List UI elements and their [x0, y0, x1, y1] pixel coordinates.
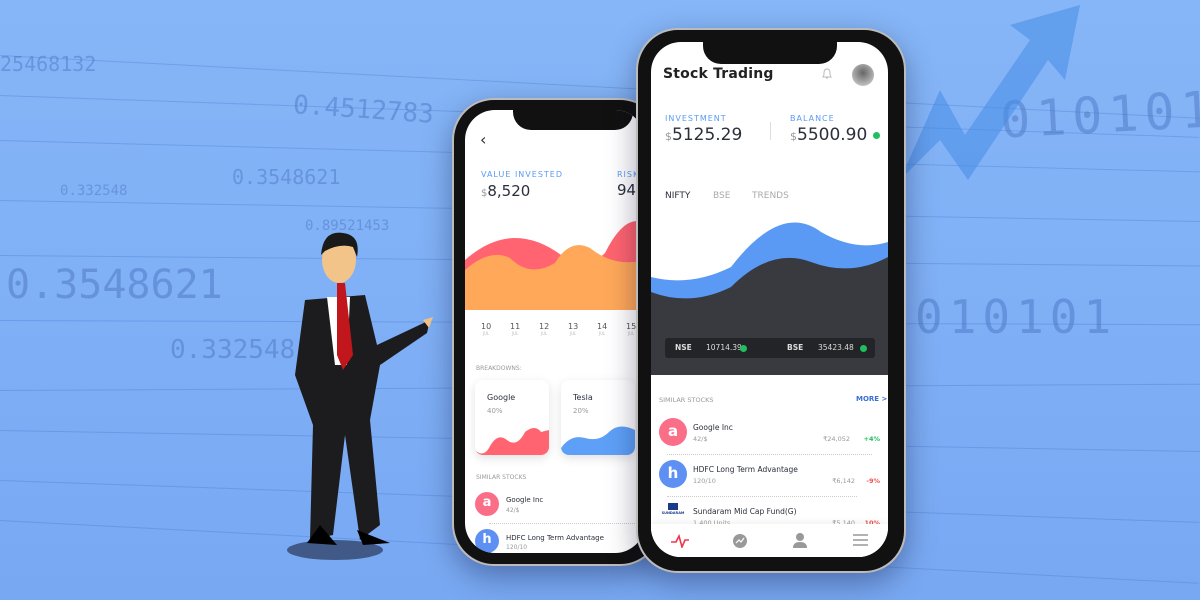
card-name: Tesla — [573, 393, 593, 402]
up-indicator-icon — [860, 345, 867, 352]
tab-nifty[interactable]: NIFTY — [665, 191, 690, 201]
nse-label: NSE — [675, 343, 692, 352]
more-link[interactable]: MORE > — [856, 395, 887, 403]
date-day: 11 — [510, 322, 521, 331]
date-month: JUL — [511, 331, 519, 336]
currency-symbol: $ — [790, 130, 797, 143]
card-name: Google — [487, 393, 516, 402]
tesla-mini-chart — [561, 426, 635, 455]
chat-icon[interactable] — [732, 533, 748, 549]
stock-avatar: h — [659, 460, 687, 488]
back-arrow-icon[interactable]: ‹ — [480, 130, 486, 149]
front-phone-screen: Stock Trading INVESTMENT $5125.29 BALANC… — [651, 42, 888, 557]
bell-icon[interactable] — [821, 67, 833, 81]
stock-name: Google Inc — [693, 423, 733, 432]
date-day: 14 — [597, 322, 608, 331]
value-invested: 8,520 — [487, 182, 531, 200]
breakdown-card-tesla[interactable]: Tesla 20% — [561, 380, 635, 455]
user-icon[interactable] — [792, 532, 808, 549]
stock-name: HDFC Long Term Advantage — [693, 465, 798, 474]
google-mini-chart — [475, 428, 549, 455]
risk-value: 94 — [617, 181, 637, 199]
bg-number: 0.4512783 — [292, 90, 435, 130]
stock-avatar: a — [659, 418, 687, 446]
stock-avatar: a — [475, 492, 499, 516]
currency-symbol: $ — [665, 130, 672, 143]
stock-avatar: h — [475, 529, 499, 553]
date-month: JUL — [598, 331, 606, 336]
up-indicator-icon — [873, 132, 881, 139]
stock-price: ₹6,142 — [832, 477, 855, 485]
stock-sub: 120/10 — [693, 477, 716, 485]
investment-value: 5125.29 — [672, 125, 743, 145]
date-day: 12 — [539, 322, 550, 331]
balance-value: 5500.90 — [797, 125, 868, 145]
value-invested-label: VALUE INVESTED — [481, 170, 563, 179]
menu-icon[interactable] — [853, 534, 868, 546]
trend-arrow-icon — [900, 5, 1080, 180]
date-month: JUL — [482, 331, 490, 336]
bg-number: 0.3548621 — [6, 262, 223, 308]
stock-sub: 42/$ — [693, 435, 708, 443]
similar-stocks-title: SIMILAR STOCKS — [476, 474, 527, 481]
card-percent: 40% — [487, 407, 503, 415]
bse-label: BSE — [787, 343, 804, 352]
sundaram-logo: SUNDARAM — [659, 503, 687, 515]
tab-bse[interactable]: BSE — [713, 191, 730, 201]
back-phone-screen: ‹ VALUE INVESTED $8,520 RISK 94 10 JUL 11… — [465, 110, 645, 553]
date-month: JUL — [569, 331, 577, 336]
date-day: 10 — [481, 322, 492, 331]
card-percent: 20% — [573, 407, 589, 415]
date-month: JUL — [627, 331, 635, 336]
tab-trends[interactable]: TRENDS — [752, 191, 789, 201]
pulse-icon[interactable] — [671, 534, 689, 548]
nse-value: 10714.39 — [706, 343, 742, 352]
date-day: 13 — [568, 322, 579, 331]
date-month: JUL — [540, 331, 548, 336]
bse-value: 35423.48 — [818, 343, 854, 352]
breakdown-card-google[interactable]: Google 40% — [475, 380, 549, 455]
businessman-illustration — [287, 232, 433, 560]
bottom-nav — [651, 524, 888, 557]
stock-name: Google Inc — [506, 496, 544, 504]
app-title: Stock Trading — [663, 66, 774, 82]
stock-price: ₹24,052 — [823, 435, 850, 443]
stock-sub: 42/$ — [506, 507, 520, 514]
stock-sub: 120/10 — [506, 544, 528, 551]
bg-number: 0.3548621 — [232, 165, 341, 189]
divider — [770, 122, 771, 140]
bg-number: 010101 — [915, 290, 1118, 344]
stock-change: -9% — [866, 477, 880, 485]
date-day: 15 — [626, 322, 637, 331]
investment-label: INVESTMENT — [665, 114, 727, 123]
balance-label: BALANCE — [790, 114, 835, 123]
similar-stocks-title: SIMILAR STOCKS — [659, 396, 714, 404]
value-area-chart — [465, 221, 645, 310]
breakdowns-title: BREAKDOWNS: — [476, 365, 522, 372]
index-ticker: NSE 10714.39 BSE 35423.48 — [665, 338, 875, 358]
bg-number: 0.332548 — [60, 183, 128, 199]
up-indicator-icon — [740, 345, 747, 352]
stock-name: HDFC Long Term Advantage — [506, 534, 604, 542]
avatar[interactable] — [852, 64, 874, 86]
stock-change: +4% — [863, 435, 880, 443]
stock-name: Sundaram Mid Cap Fund(G) — [693, 507, 797, 516]
bg-number: 25468132 — [0, 52, 97, 76]
